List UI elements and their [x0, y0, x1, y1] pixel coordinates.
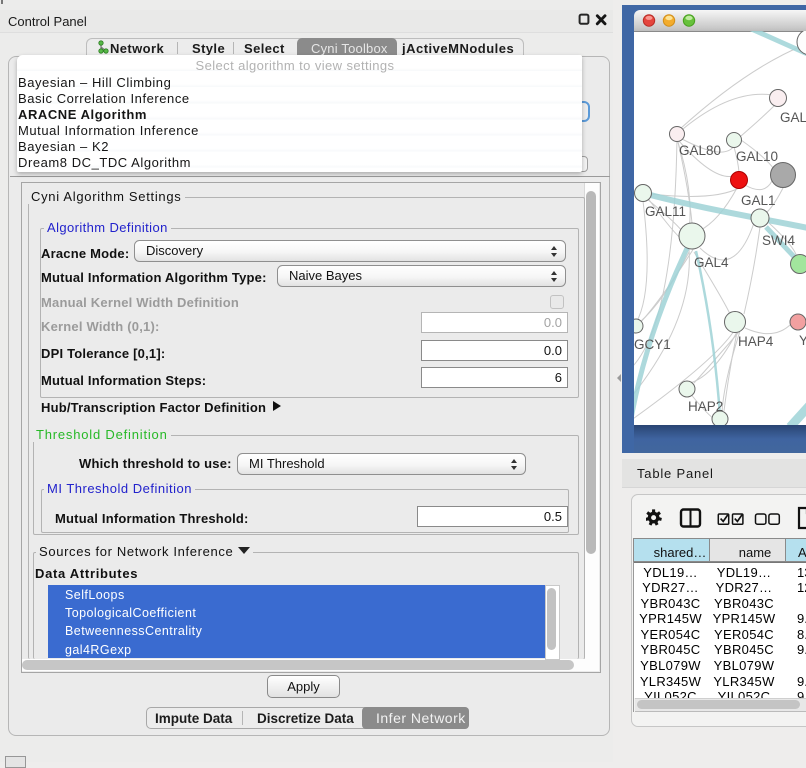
svg-text:GAL2: GAL2: [780, 110, 806, 125]
svg-text:Y: Y: [799, 333, 806, 348]
svg-text:HAP2: HAP2: [688, 399, 723, 414]
svg-text:GAL80: GAL80: [679, 143, 721, 158]
svg-text:GAL10: GAL10: [736, 149, 778, 164]
svg-text:GAL4: GAL4: [694, 255, 729, 270]
svg-text:HAP4: HAP4: [738, 334, 774, 349]
svg-text:GAL11: GAL11: [645, 204, 686, 219]
svg-text:SWI4: SWI4: [762, 233, 795, 248]
svg-text:GCY1: GCY1: [634, 337, 671, 352]
svg-text:GAL1: GAL1: [741, 193, 776, 208]
